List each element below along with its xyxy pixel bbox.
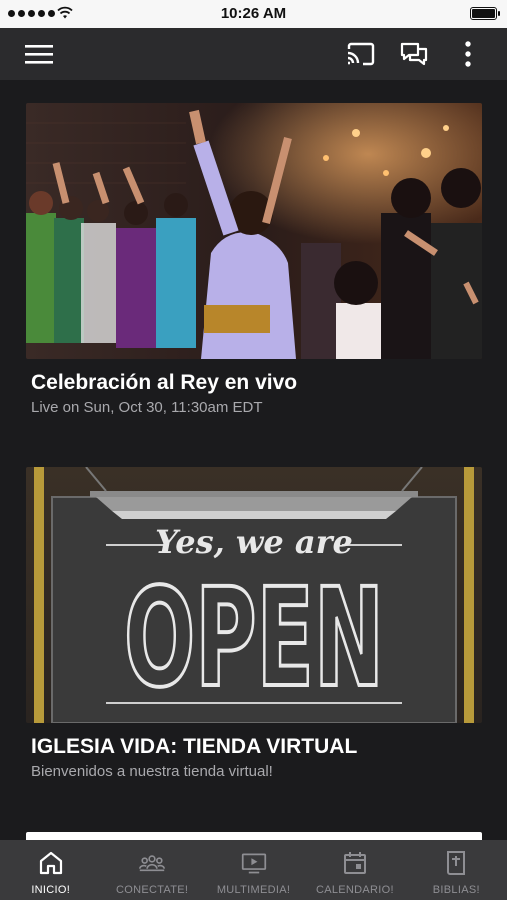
open-sign-photo: Yes, we are OPEN bbox=[26, 467, 482, 723]
tab-label: CONECTATE! bbox=[115, 884, 189, 896]
bible-icon bbox=[447, 851, 466, 875]
more-vert-icon bbox=[465, 41, 471, 67]
calendar-icon bbox=[343, 852, 366, 874]
feed-card-next[interactable] bbox=[26, 832, 482, 840]
cast-icon bbox=[347, 42, 375, 66]
more-button[interactable] bbox=[450, 36, 486, 72]
chat-icon bbox=[400, 42, 428, 66]
content-feed[interactable]: Celebración al Rey en vivo Live on Sun, … bbox=[0, 80, 507, 840]
status-bar: 10:26 AM bbox=[0, 0, 507, 28]
sign-open-text: OPEN bbox=[124, 560, 384, 718]
group-icon bbox=[139, 855, 166, 872]
feed-card-store[interactable]: Yes, we are OPEN IGLESIA VIDA: TIENDA VI… bbox=[26, 467, 482, 780]
battery-icon bbox=[470, 7, 500, 20]
menu-button[interactable] bbox=[21, 36, 57, 72]
tab-label: MULTIMEDIA! bbox=[216, 884, 291, 896]
tab-multimedia[interactable]: MULTIMEDIA! bbox=[203, 840, 304, 900]
feed-card-title: IGLESIA VIDA: TIENDA VIRTUAL bbox=[31, 735, 358, 758]
feed-card-subtitle: Live on Sun, Oct 30, 11:30am EDT bbox=[31, 399, 263, 416]
chat-button[interactable] bbox=[396, 36, 432, 72]
sign-script-text: Yes, we are bbox=[155, 523, 353, 561]
worship-photo bbox=[26, 103, 482, 359]
feed-card-subtitle: Bienvenidos a nuestra tienda virtual! bbox=[31, 763, 273, 780]
tab-conectate[interactable]: CONECTATE! bbox=[101, 840, 202, 900]
status-time: 10:26 AM bbox=[220, 5, 287, 22]
bottom-tab-bar: INICIO! CONECTATE! MULTIMEDIA! CALENDARI… bbox=[0, 840, 507, 900]
video-icon bbox=[241, 853, 266, 874]
tab-label: CALENDARIO! bbox=[315, 884, 394, 896]
tab-biblias[interactable]: BIBLIAS! bbox=[406, 840, 507, 900]
tab-inicio[interactable]: INICIO! bbox=[0, 840, 101, 900]
feed-card-livestream[interactable]: Celebración al Rey en vivo Live on Sun, … bbox=[26, 103, 482, 416]
tab-label: INICIO! bbox=[31, 884, 71, 896]
menu-icon bbox=[25, 45, 53, 64]
feed-card-title: Celebración al Rey en vivo bbox=[31, 371, 298, 394]
tab-calendario[interactable]: CALENDARIO! bbox=[304, 840, 405, 900]
tab-label: BIBLIAS! bbox=[432, 884, 480, 896]
home-icon bbox=[39, 851, 62, 875]
cast-button[interactable] bbox=[343, 36, 379, 72]
app-bar bbox=[0, 28, 507, 80]
